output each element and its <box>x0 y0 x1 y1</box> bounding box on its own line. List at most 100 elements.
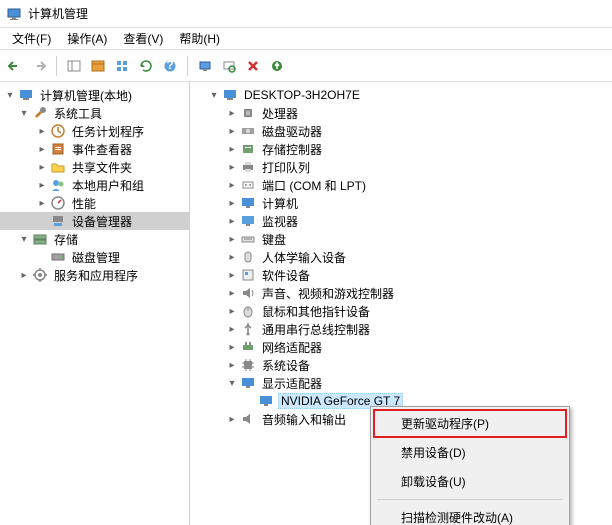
storage-controller-icon <box>240 141 256 157</box>
right-computer[interactable]: ▸计算机 <box>190 194 612 212</box>
toolbar-grid[interactable] <box>111 55 133 77</box>
right-print-queue[interactable]: ▸ 打印队列 <box>190 158 612 176</box>
right-hid[interactable]: ▸人体学输入设备 <box>190 248 612 266</box>
chevron-right-icon[interactable]: ▸ <box>226 107 238 119</box>
chevron-right-icon[interactable]: ▸ <box>226 341 238 353</box>
chevron-down-icon[interactable]: ▾ <box>18 233 30 245</box>
cm-uninstall-device[interactable]: 卸载设备(U) <box>373 467 567 496</box>
svg-text:?: ? <box>166 59 173 72</box>
chevron-right-icon[interactable]: ▸ <box>36 179 48 191</box>
chevron-right-icon[interactable]: ▸ <box>226 125 238 137</box>
left-event-viewer[interactable]: ▸ 事件查看器 <box>0 140 189 158</box>
right-ports[interactable]: ▸端口 (COM 和 LPT) <box>190 176 612 194</box>
toolbar-panel2[interactable] <box>87 55 109 77</box>
toolbar-help[interactable]: ? <box>159 55 181 77</box>
right-disk-drives[interactable]: ▸磁盘驱动器 <box>190 122 612 140</box>
left-services[interactable]: ▸ 服务和应用程序 <box>0 266 189 284</box>
menu-file[interactable]: 文件(F) <box>4 28 59 49</box>
chevron-right-icon[interactable]: ▸ <box>226 323 238 335</box>
gpu-icon <box>258 393 274 409</box>
chevron-right-icon[interactable]: ▸ <box>36 143 48 155</box>
right-software-devices[interactable]: ▸ 软件设备 <box>190 266 612 284</box>
chevron-down-icon[interactable]: ▾ <box>4 89 16 101</box>
left-storage[interactable]: ▾ 存储 <box>0 230 189 248</box>
cm-scan-hardware[interactable]: 扫描检测硬件改动(A) <box>373 503 567 525</box>
chevron-right-icon[interactable]: ▸ <box>226 233 238 245</box>
right-monitors[interactable]: ▸ 监视器 <box>190 212 612 230</box>
node-label: 软件设备 <box>260 267 312 284</box>
cm-disable-device[interactable]: 禁用设备(D) <box>373 438 567 467</box>
left-tree-pane[interactable]: ▾ 计算机管理(本地) ▾ 系统工具 ▸ 任务计划程序 ▸ 事件查看器 ▸ 共享… <box>0 82 190 525</box>
monitor-icon <box>240 213 256 229</box>
left-system-tools[interactable]: ▾ 系统工具 <box>0 104 189 122</box>
right-storage-controllers[interactable]: ▸存储控制器 <box>190 140 612 158</box>
toolbar-computer[interactable] <box>194 55 216 77</box>
node-label: 设备管理器 <box>70 213 134 230</box>
chevron-right-icon[interactable]: ▸ <box>226 251 238 263</box>
right-mice[interactable]: ▸鼠标和其他指针设备 <box>190 302 612 320</box>
node-label: 键盘 <box>260 231 288 248</box>
chip-icon <box>240 357 256 373</box>
right-usb[interactable]: ▸ 通用串行总线控制器 <box>190 320 612 338</box>
left-local-users[interactable]: ▸ 本地用户和组 <box>0 176 189 194</box>
left-device-manager[interactable]: ▸ 设备管理器 <box>0 212 189 230</box>
right-tree-pane[interactable]: ▾ DESKTOP-3H2OH7E ▸处理器 ▸磁盘驱动器 ▸存储控制器 ▸ 打印… <box>190 82 612 525</box>
left-task-scheduler[interactable]: ▸ 任务计划程序 <box>0 122 189 140</box>
chevron-down-icon[interactable]: ▾ <box>18 107 30 119</box>
chevron-right-icon[interactable]: ▸ <box>226 305 238 317</box>
right-system-devices[interactable]: ▸系统设备 <box>190 356 612 374</box>
right-keyboards[interactable]: ▸ 键盘 <box>190 230 612 248</box>
menu-action[interactable]: 操作(A) <box>59 28 115 49</box>
menu-help[interactable]: 帮助(H) <box>171 28 228 49</box>
chevron-right-icon[interactable]: ▸ <box>226 413 238 425</box>
storage-icon <box>32 231 48 247</box>
chevron-right-icon[interactable]: ▸ <box>226 269 238 281</box>
left-disk-management[interactable]: ▸ 磁盘管理 <box>0 248 189 266</box>
chevron-right-icon[interactable]: ▸ <box>226 143 238 155</box>
app-icon <box>6 6 22 22</box>
chevron-right-icon[interactable]: ▸ <box>226 161 238 173</box>
context-menu-separator <box>377 499 563 500</box>
right-sound-video[interactable]: ▸声音、视频和游戏控制器 <box>190 284 612 302</box>
chevron-right-icon[interactable]: ▸ <box>36 161 48 173</box>
node-label: 显示适配器 <box>260 375 324 392</box>
left-shared-folders[interactable]: ▸ 共享文件夹 <box>0 158 189 176</box>
chevron-right-icon[interactable]: ▸ <box>36 125 48 137</box>
toolbar-delete[interactable] <box>242 55 264 77</box>
tools-icon <box>32 105 48 121</box>
back-button[interactable] <box>4 55 26 77</box>
right-processors[interactable]: ▸处理器 <box>190 104 612 122</box>
chevron-down-icon[interactable]: ▾ <box>226 377 238 389</box>
menu-view[interactable]: 查看(V) <box>115 28 171 49</box>
device-manager-icon <box>50 213 66 229</box>
cm-update-driver[interactable]: 更新驱动程序(P) <box>373 409 567 438</box>
printer-icon <box>240 159 256 175</box>
chevron-right-icon[interactable]: ▸ <box>226 215 238 227</box>
toolbar-scan[interactable] <box>218 55 240 77</box>
chevron-down-icon[interactable]: ▾ <box>208 89 220 101</box>
right-display-adapters[interactable]: ▾ 显示适配器 <box>190 374 612 392</box>
forward-button[interactable] <box>28 55 50 77</box>
audio-io-icon <box>240 411 256 427</box>
menubar: 文件(F) 操作(A) 查看(V) 帮助(H) <box>0 28 612 50</box>
chevron-right-icon[interactable]: ▸ <box>36 197 48 209</box>
chevron-right-icon[interactable]: ▸ <box>226 359 238 371</box>
node-label: 音频输入和输出 <box>260 411 348 428</box>
chevron-right-icon[interactable]: ▸ <box>18 269 30 281</box>
disk-drive-icon <box>240 123 256 139</box>
toolbar-refresh[interactable] <box>135 55 157 77</box>
display-adapter-icon <box>240 375 256 391</box>
toolbar-panel1[interactable] <box>63 55 85 77</box>
toolbar-separator <box>56 56 57 76</box>
right-root[interactable]: ▾ DESKTOP-3H2OH7E <box>190 86 612 104</box>
node-label: 监视器 <box>260 213 300 230</box>
chevron-right-icon[interactable]: ▸ <box>226 197 238 209</box>
chevron-right-icon[interactable]: ▸ <box>226 179 238 191</box>
toolbar-enable[interactable] <box>266 55 288 77</box>
right-network[interactable]: ▸网络适配器 <box>190 338 612 356</box>
node-label: 通用串行总线控制器 <box>260 321 372 338</box>
left-root[interactable]: ▾ 计算机管理(本地) <box>0 86 189 104</box>
chevron-right-icon[interactable]: ▸ <box>226 287 238 299</box>
left-performance[interactable]: ▸ 性能 <box>0 194 189 212</box>
node-label: 打印队列 <box>260 159 312 176</box>
